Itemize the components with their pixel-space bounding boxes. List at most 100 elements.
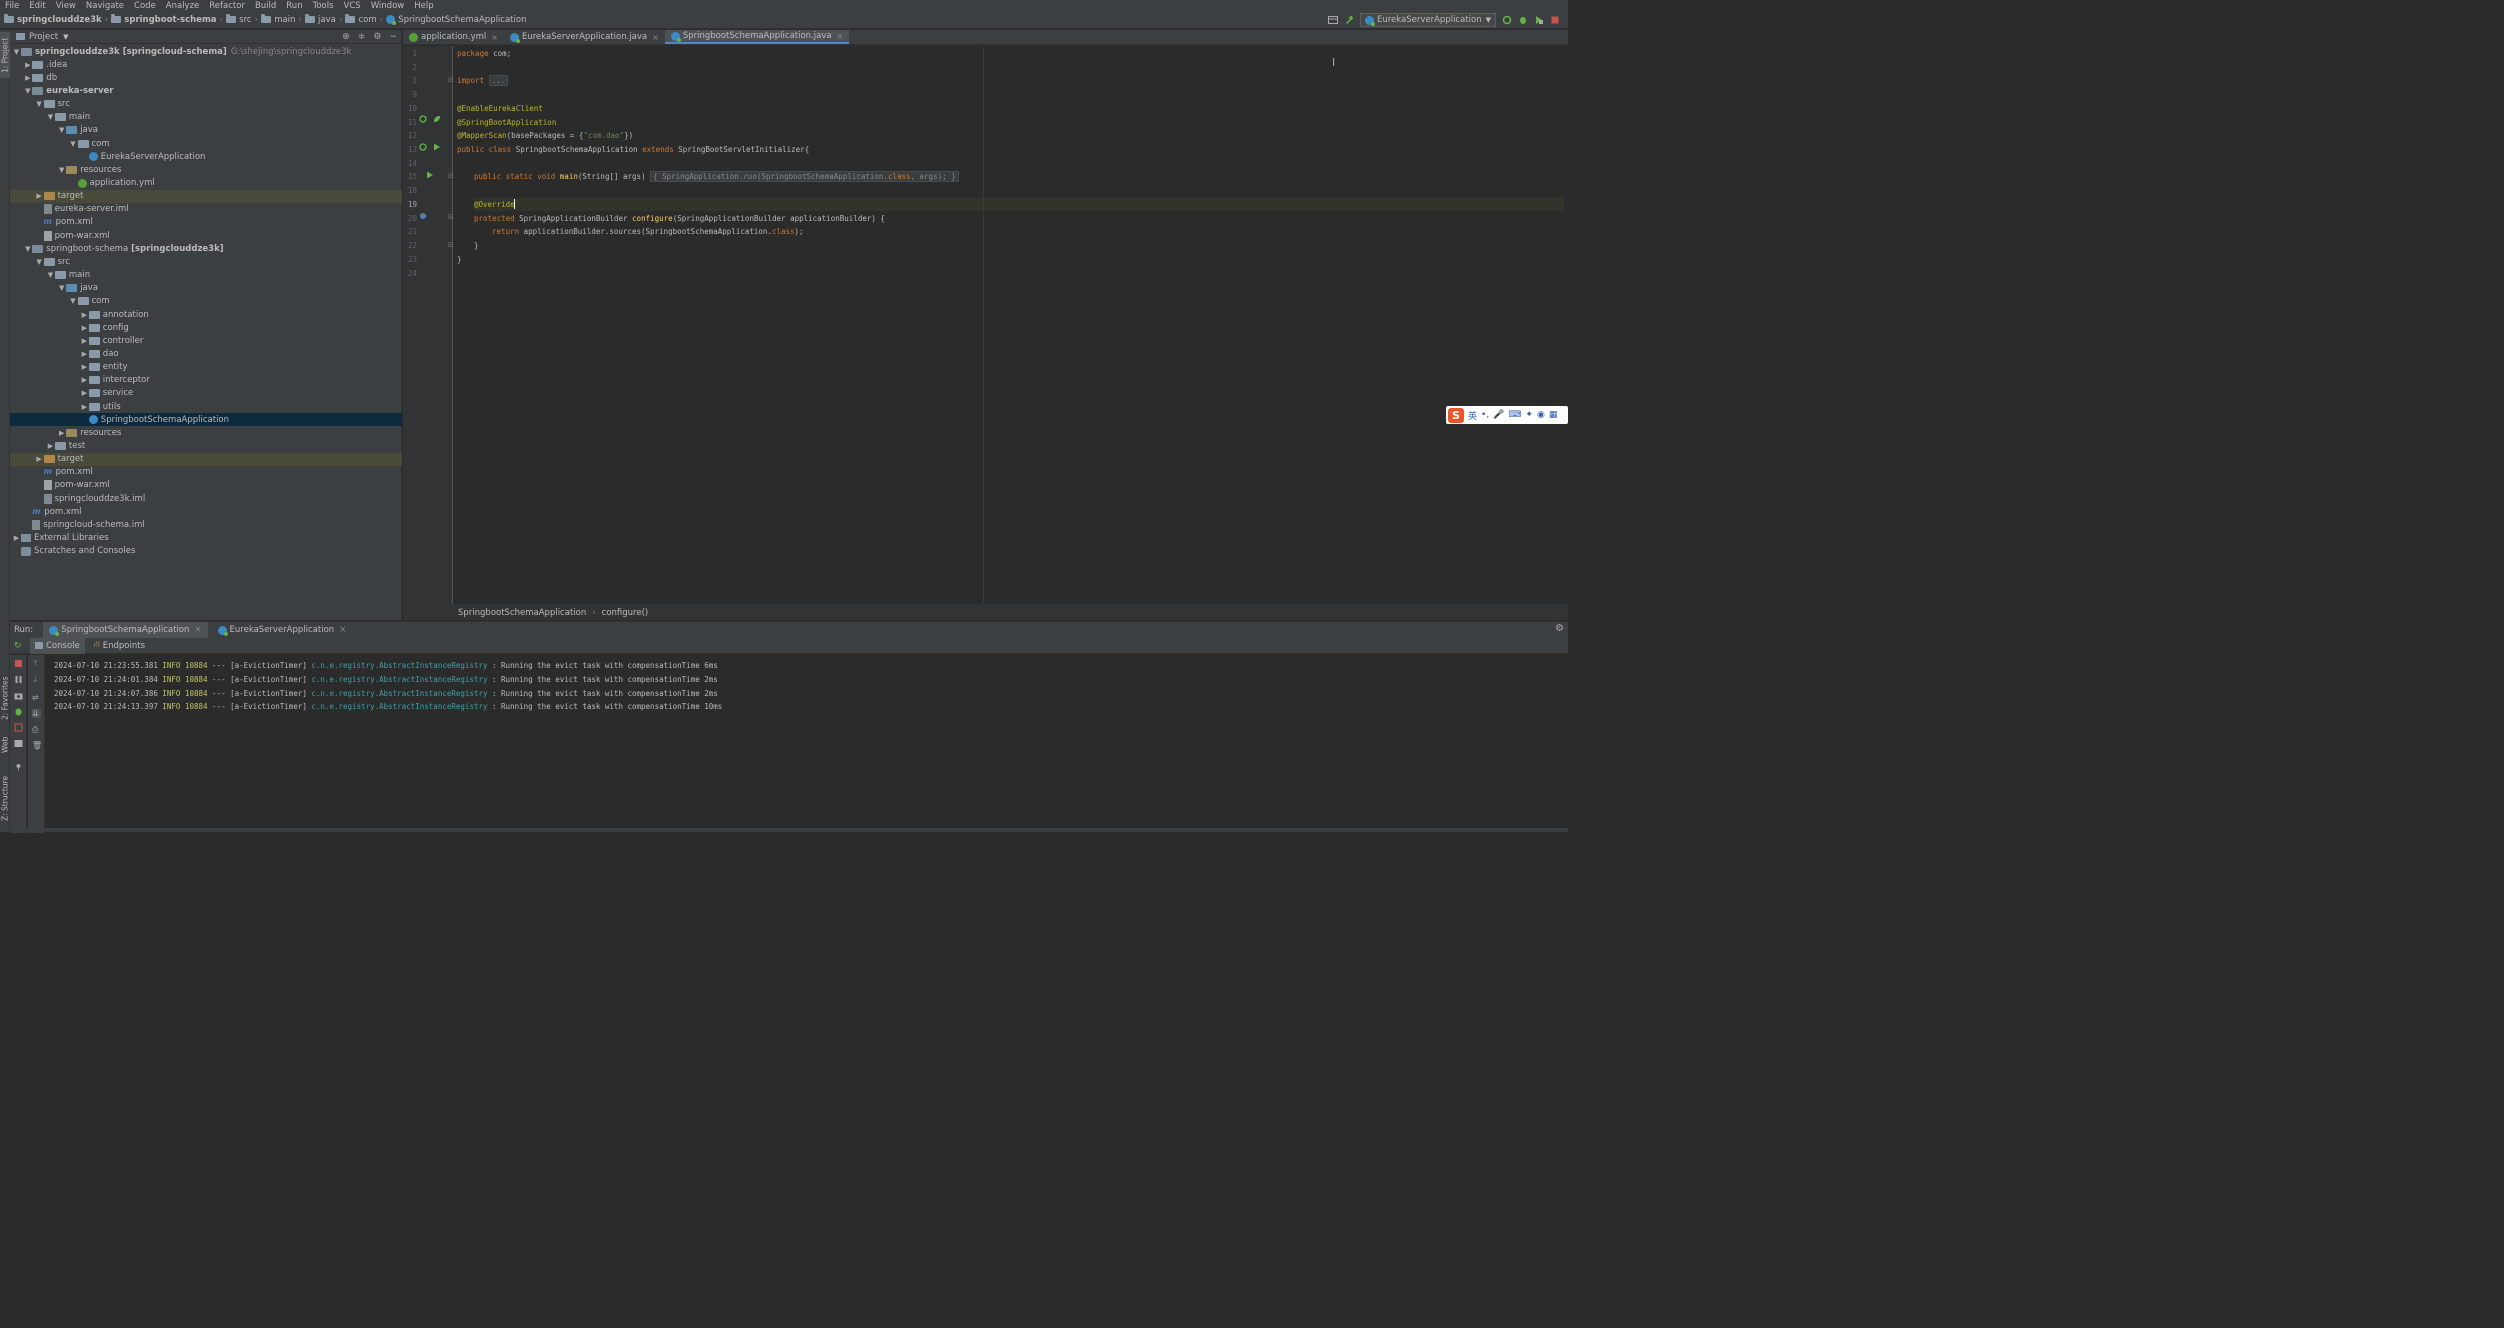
collapse-arrow-icon[interactable]: ▶	[80, 363, 89, 371]
expand-arrow-icon[interactable]: ▼	[57, 166, 66, 174]
close-icon[interactable]: ×	[652, 33, 659, 42]
nav-breadcrumb-item[interactable]: src	[224, 14, 253, 25]
web-side-tab[interactable]: Web	[0, 730, 10, 760]
pause-icon[interactable]	[14, 675, 23, 684]
tree-node[interactable]: ▶ service	[10, 387, 402, 400]
tree-node[interactable]: ▶ config	[10, 321, 402, 334]
tree-node[interactable]: ▶ target	[10, 189, 402, 203]
camera-icon[interactable]	[14, 691, 23, 700]
collapse-arrow-icon[interactable]: ▶	[35, 455, 44, 463]
print-icon[interactable]: ⎙	[32, 725, 41, 734]
tree-node[interactable]: ▼ java	[10, 282, 402, 295]
collapse-arrow-icon[interactable]: ▶	[80, 403, 89, 411]
microphone-icon[interactable]: 🎤	[1493, 410, 1504, 420]
editor-tab[interactable]: EurekaServerApplication.java ×	[504, 30, 665, 44]
code-editor[interactable]: package com; import ... @EnableEurekaCli…	[454, 46, 1568, 604]
tree-node[interactable]: ▶ entity	[10, 361, 402, 374]
spring-leaf-icon[interactable]	[433, 115, 441, 123]
menu-vcs[interactable]: VCS	[339, 1, 366, 11]
menu-navigate[interactable]: Navigate	[81, 1, 129, 11]
trash-icon[interactable]: 🗑	[32, 741, 42, 750]
nav-breadcrumb-item[interactable]: main	[259, 14, 297, 25]
editor-tab[interactable]: application.yml ×	[403, 30, 504, 44]
collapse-all-icon[interactable]: ≑	[358, 32, 366, 42]
up-arrow-icon[interactable]: ↑	[32, 659, 41, 668]
tree-node[interactable]: ▼ springclouddze3k [springcloud-schema] G:\…	[10, 45, 402, 58]
game-icon[interactable]: ◉	[1537, 410, 1545, 420]
tree-node[interactable]: ▼ eureka-server	[10, 84, 402, 97]
expand-arrow-icon[interactable]: ▼	[69, 140, 78, 148]
tree-node[interactable]: ▼ com	[10, 137, 402, 150]
tree-node[interactable]: eureka-server.iml	[10, 203, 402, 216]
tree-node[interactable]: ▶ utils	[10, 400, 402, 413]
debug-icon[interactable]	[14, 707, 23, 716]
collapse-arrow-icon[interactable]: ▶	[12, 534, 21, 542]
collapse-arrow-icon[interactable]: ▶	[23, 61, 32, 69]
tree-node[interactable]: m pom.xml	[10, 505, 402, 518]
skin-icon[interactable]: ✦	[1525, 410, 1533, 420]
close-icon[interactable]: ×	[491, 33, 498, 42]
expand-arrow-icon[interactable]: ▼	[69, 297, 78, 305]
tree-node[interactable]: SpringbootSchemaApplication	[10, 413, 402, 427]
hide-icon[interactable]: −	[389, 32, 397, 42]
expand-arrow-icon[interactable]: ▼	[35, 100, 44, 108]
menu-view[interactable]: View	[51, 1, 81, 11]
menu-tools[interactable]: Tools	[308, 1, 339, 11]
collapse-arrow-icon[interactable]: ▶	[35, 192, 44, 200]
tree-node[interactable]: ▼ java	[10, 124, 402, 137]
tree-node[interactable]: ▼ com	[10, 295, 402, 308]
expand-arrow-icon[interactable]: ▼	[12, 48, 21, 56]
tree-node[interactable]: application.yml	[10, 177, 402, 190]
structure-side-tab[interactable]: Z: Structure	[0, 770, 10, 828]
nav-breadcrumb-item[interactable]: springboot-schema	[109, 14, 218, 25]
expand-arrow-icon[interactable]: ▼	[57, 284, 66, 292]
tree-node[interactable]: ▼ springboot-schema [springclouddze3k]	[10, 242, 402, 255]
tree-node[interactable]: ▼ src	[10, 98, 402, 111]
ime-language[interactable]: 英	[1468, 409, 1477, 422]
expand-arrow-icon[interactable]: ▼	[23, 87, 32, 95]
debug-icon[interactable]	[1518, 15, 1528, 25]
project-view-select[interactable]: Project	[29, 32, 58, 42]
run-tab-springboot[interactable]: SpringbootSchemaApplication ×	[43, 622, 208, 638]
tree-node[interactable]: ▶ External Libraries	[10, 532, 402, 545]
down-arrow-icon[interactable]: ↓	[32, 675, 41, 684]
collapse-arrow-icon[interactable]: ▶	[46, 442, 55, 450]
breadcrumb-class[interactable]: SpringbootSchemaApplication	[458, 608, 586, 618]
rerun-icon[interactable]: ↻	[14, 641, 22, 651]
bean-icon[interactable]	[419, 115, 427, 123]
collapse-arrow-icon[interactable]: ▶	[80, 311, 89, 319]
tree-node[interactable]: ▶ annotation	[10, 308, 402, 321]
tree-node[interactable]: ▶ controller	[10, 334, 402, 347]
menu-edit[interactable]: Edit	[24, 1, 50, 11]
breadcrumb-method[interactable]: configure()	[602, 608, 649, 618]
tree-node[interactable]: ▶ dao	[10, 347, 402, 360]
collapse-arrow-icon[interactable]: ▶	[80, 389, 89, 397]
tree-node[interactable]: ▼ main	[10, 269, 402, 282]
stop-icon[interactable]	[1550, 15, 1560, 25]
close-icon[interactable]: ×	[339, 625, 346, 635]
expand-arrow-icon[interactable]: ▼	[35, 258, 44, 266]
override-icon[interactable]	[419, 212, 427, 220]
build-hammer-icon[interactable]	[1344, 15, 1354, 25]
layout-icon[interactable]	[14, 739, 23, 748]
endpoints-tab[interactable]: ⛙ Endpoints	[89, 638, 150, 654]
coverage-icon[interactable]	[1534, 15, 1544, 25]
menu-help[interactable]: Help	[409, 1, 438, 11]
tree-node[interactable]: EurekaServerApplication	[10, 150, 402, 163]
tree-node[interactable]: springclouddze3k.iml	[10, 492, 402, 505]
menu-window[interactable]: Window	[366, 1, 410, 11]
close-icon[interactable]: ×	[837, 32, 844, 41]
menu-build[interactable]: Build	[250, 1, 281, 11]
keyboard-icon[interactable]: ⌨	[1508, 410, 1521, 420]
rerun-icon[interactable]	[1502, 15, 1512, 25]
project-side-tab[interactable]: 1: Project	[0, 32, 10, 78]
nav-breadcrumb-item[interactable]: java	[303, 14, 338, 25]
run-configuration-select[interactable]: EurekaServerApplication ▼	[1359, 13, 1496, 27]
expand-arrow-icon[interactable]: ▼	[46, 113, 55, 121]
collapse-arrow-icon[interactable]: ▶	[80, 337, 89, 345]
layout-icon[interactable]	[1327, 15, 1338, 25]
folded-body[interactable]: { SpringApplication.run(SpringbootSchema…	[650, 171, 959, 182]
collapse-arrow-icon[interactable]: ▶	[57, 429, 66, 437]
collapse-arrow-icon[interactable]: ▶	[80, 350, 89, 358]
locate-icon[interactable]: ⊕	[342, 32, 350, 42]
